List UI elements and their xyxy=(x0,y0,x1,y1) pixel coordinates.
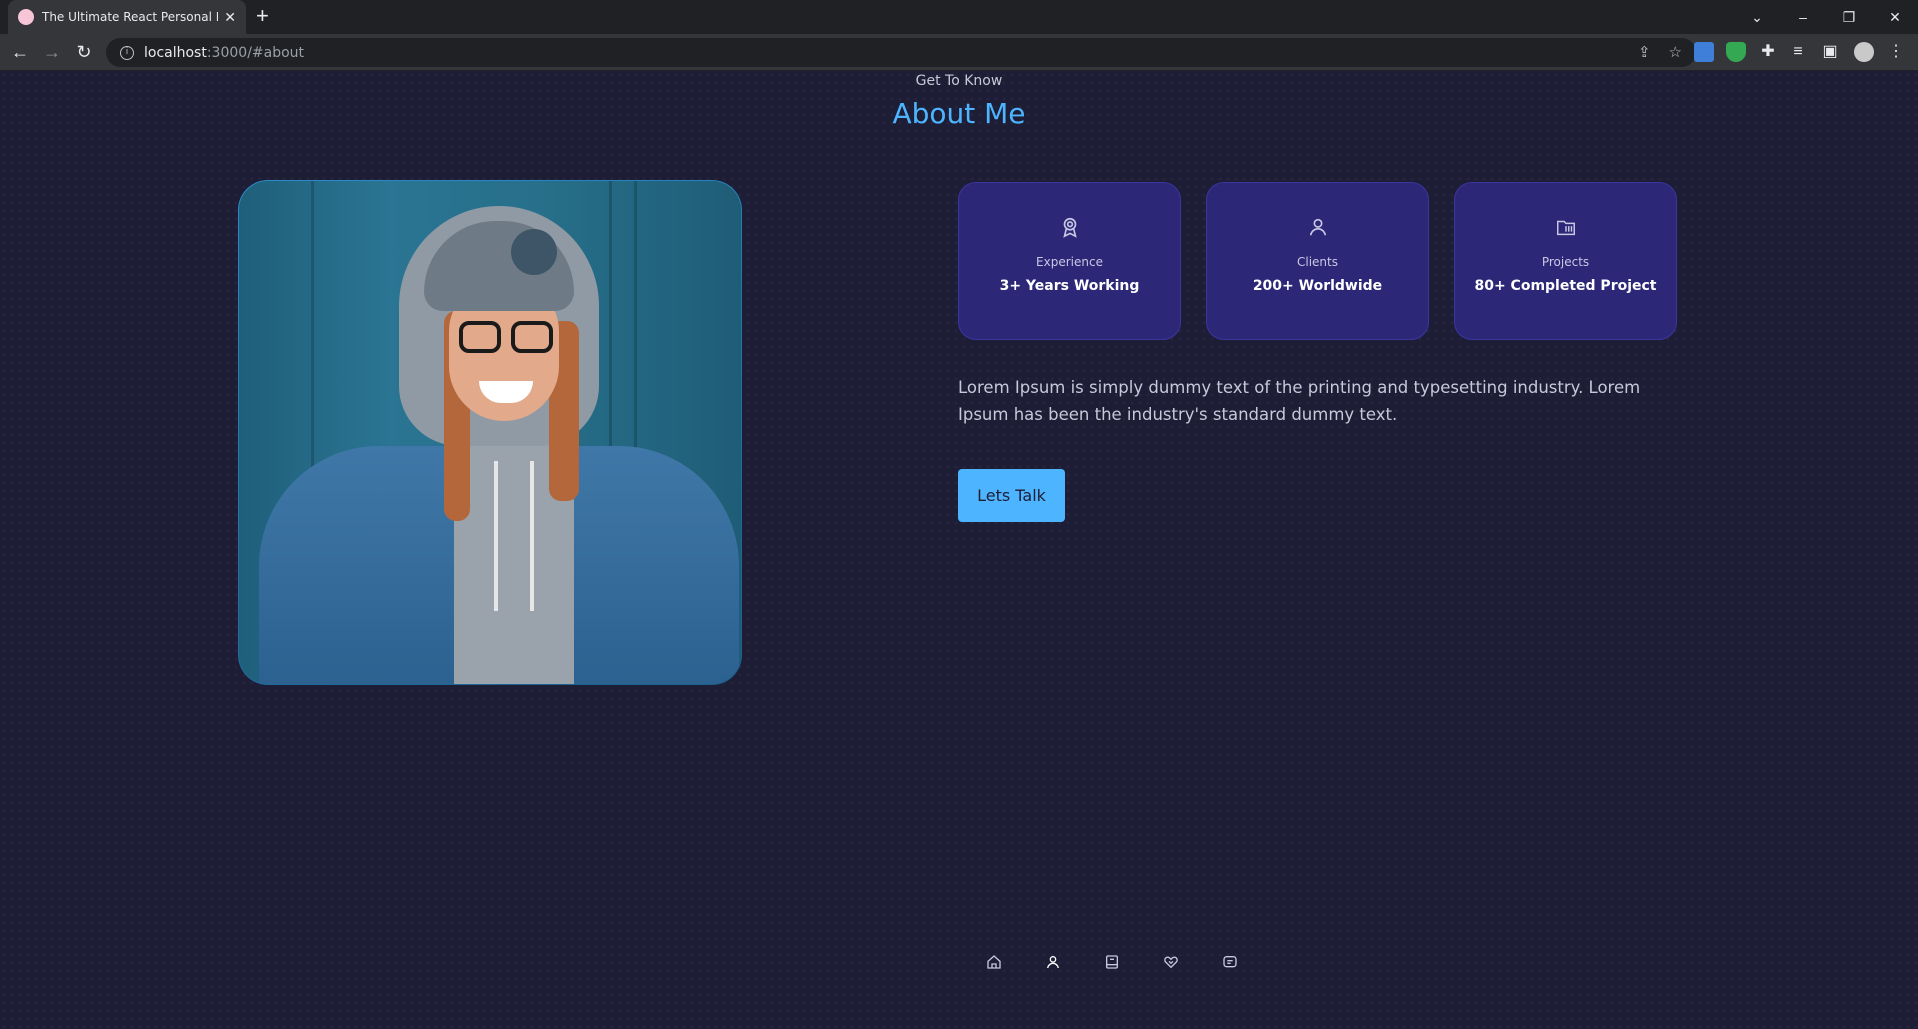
card-value: 80+ Completed Project xyxy=(1474,278,1657,294)
lets-talk-button[interactable]: Lets Talk xyxy=(958,469,1065,522)
card-value: 200+ Worldwide xyxy=(1252,278,1383,294)
handshake-icon[interactable] xyxy=(1160,951,1182,973)
about-cards: Experience 3+ Years Working Clients 200+… xyxy=(958,182,1677,340)
clients-card: Clients 200+ Worldwide xyxy=(1206,182,1429,340)
section-kicker: Get To Know xyxy=(915,73,1003,89)
projects-card: Projects 80+ Completed Project xyxy=(1454,182,1677,340)
card-label: Projects xyxy=(1541,255,1590,269)
close-tab-icon[interactable]: ✕ xyxy=(224,9,236,26)
browser-tabbar: The Ultimate React Personal Port ✕ + ⌄ –… xyxy=(0,0,1918,34)
browser-tab[interactable]: The Ultimate React Personal Port ✕ xyxy=(8,0,246,34)
reload-button[interactable]: ↻ xyxy=(72,42,96,62)
shield-extension-icon[interactable] xyxy=(1726,42,1746,62)
restore-button[interactable]: ❐ xyxy=(1826,9,1872,26)
card-value: 3+ Years Working xyxy=(999,278,1140,294)
back-button[interactable]: ← xyxy=(8,42,32,62)
reading-list-icon[interactable]: ≡ xyxy=(1786,42,1810,62)
folder-icon xyxy=(1556,220,1575,236)
window-controls: ⌄ – ❐ ✕ xyxy=(1734,0,1918,34)
url-text: localhost:3000/#about xyxy=(144,44,305,61)
home-icon[interactable] xyxy=(983,951,1005,973)
browser-toolbar: ← → ↻ i localhost:3000/#about ⇪ ☆ ✚ ≡ ▣ … xyxy=(0,34,1918,71)
profile-avatar-icon[interactable] xyxy=(1854,42,1874,62)
experience-card: Experience 3+ Years Working xyxy=(958,182,1181,340)
card-label: Clients xyxy=(1297,255,1338,269)
user-icon xyxy=(1309,218,1326,236)
side-panel-icon[interactable]: ▣ xyxy=(1818,42,1842,62)
forward-button[interactable]: → xyxy=(40,42,64,62)
profile-photo xyxy=(239,181,741,684)
share-icon[interactable]: ⇪ xyxy=(1638,43,1651,61)
award-icon xyxy=(1062,217,1077,238)
about-section: Get To Know About Me Experience 3+ Years… xyxy=(0,71,1918,1029)
site-info-icon[interactable]: i xyxy=(120,45,134,60)
new-tab-button[interactable]: + xyxy=(256,5,269,27)
menu-kebab-icon[interactable]: ⋮ xyxy=(1884,42,1908,62)
message-icon[interactable] xyxy=(1219,951,1241,973)
favicon-icon xyxy=(18,9,34,25)
close-window-button[interactable]: ✕ xyxy=(1872,9,1918,26)
address-bar[interactable]: i localhost:3000/#about ⇪ ☆ xyxy=(106,38,1696,67)
tab-title: The Ultimate React Personal Port xyxy=(42,10,218,24)
book-icon[interactable] xyxy=(1101,951,1123,973)
profile-photo-frame xyxy=(238,180,742,685)
extensions-puzzle-icon[interactable]: ✚ xyxy=(1756,42,1780,62)
section-title: About Me xyxy=(892,97,1026,130)
card-label: Experience xyxy=(1036,255,1103,269)
about-description: Lorem Ipsum is simply dummy text of the … xyxy=(958,378,1641,424)
bottom-nav xyxy=(983,951,1241,973)
translate-extension-icon[interactable] xyxy=(1694,42,1714,62)
tab-search-icon[interactable]: ⌄ xyxy=(1734,9,1780,26)
minimize-button[interactable]: – xyxy=(1780,9,1826,25)
bookmark-star-icon[interactable]: ☆ xyxy=(1669,43,1682,61)
user-icon[interactable] xyxy=(1042,951,1064,973)
